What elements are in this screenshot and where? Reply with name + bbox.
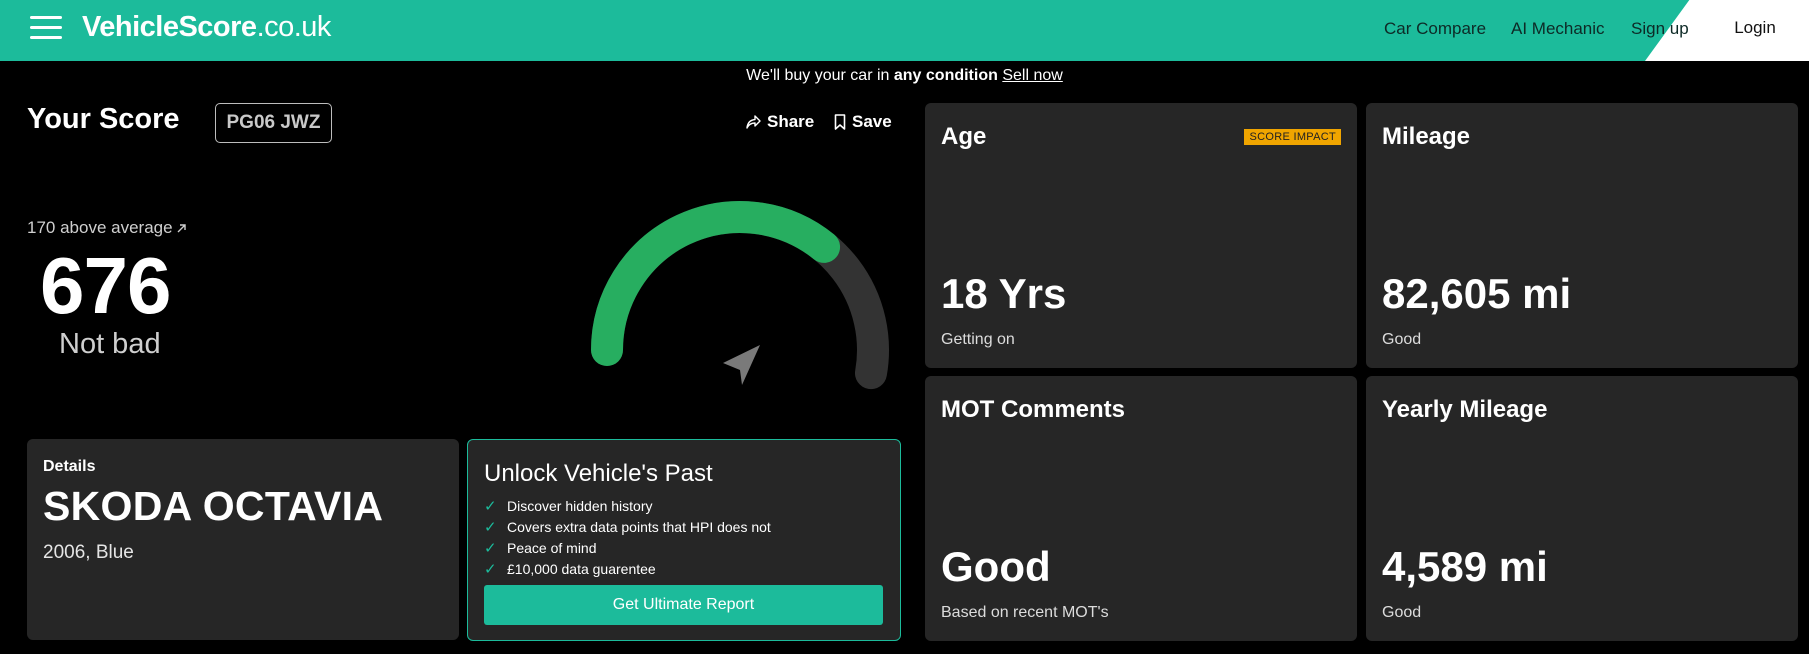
nav-ai-mechanic[interactable]: AI Mechanic — [1511, 19, 1605, 39]
card-title: Age — [941, 123, 987, 150]
vehicle-year-colour: 2006, Blue — [43, 542, 134, 563]
vehicle-model: SKODA OCTAVIA — [43, 483, 384, 529]
promo-text: We'll buy your car in — [746, 67, 894, 84]
feature-text: Peace of mind — [507, 539, 597, 556]
details-label: Details — [43, 458, 96, 475]
login-button[interactable]: Login — [1716, 10, 1794, 46]
card-title: Yearly Mileage — [1382, 396, 1548, 423]
unlock-title: Unlock Vehicle's Past — [484, 460, 713, 487]
mot-comments-card[interactable]: MOT Comments Good Based on recent MOT's — [925, 376, 1357, 641]
unlock-feature-list: ✓ Discover hidden history ✓ Covers extra d… — [484, 495, 771, 579]
feature-text: Discover hidden history — [507, 497, 653, 514]
score-impact-badge: SCORE IMPACT — [1244, 129, 1341, 145]
score-value: 676 — [40, 241, 171, 330]
promo-emphasis: any condition — [893, 67, 998, 84]
check-icon: ✓ — [484, 497, 497, 515]
save-button[interactable]: Save — [834, 112, 892, 132]
age-card[interactable]: Age SCORE IMPACT 18 Yrs Getting on — [925, 103, 1357, 368]
check-icon: ✓ — [484, 539, 497, 557]
feature-text: Covers extra data points that HPI does n… — [507, 518, 771, 535]
site-logo[interactable]: VehicleScore.co.uk — [82, 11, 331, 44]
yearly-mileage-card[interactable]: Yearly Mileage 4,589 mi Good — [1366, 376, 1798, 641]
nav-sign-up[interactable]: Sign up — [1631, 19, 1689, 39]
share-label: Share — [767, 112, 815, 131]
list-item: ✓ £10,000 data guarentee — [484, 558, 771, 579]
card-value: 4,589 mi — [1382, 543, 1548, 590]
card-title: Mileage — [1382, 123, 1471, 150]
bookmark-icon — [834, 114, 846, 130]
navigation-arrow-icon — [723, 345, 760, 385]
card-title: MOT Comments — [941, 396, 1126, 423]
save-label: Save — [852, 112, 892, 131]
list-item: ✓ Discover hidden history — [484, 495, 771, 516]
mileage-card[interactable]: Mileage 82,605 mi Good — [1366, 103, 1798, 368]
share-button[interactable]: Share — [746, 112, 814, 132]
list-item: ✓ Peace of mind — [484, 537, 771, 558]
logo-tld: .co.uk — [256, 11, 332, 43]
feature-text: £10,000 data guarentee — [507, 560, 656, 577]
registration-plate: PG06 JWZ — [215, 103, 332, 143]
card-value: Good — [941, 543, 1051, 590]
card-value: 18 Yrs — [941, 270, 1067, 317]
score-comparison: 170 above average — [27, 218, 187, 238]
menu-icon[interactable] — [30, 16, 62, 42]
logo-name: VehicleScore — [82, 11, 257, 43]
card-subtitle: Good — [1382, 331, 1422, 348]
top-navbar: VehicleScore.co.uk Car Compare AI Mechan… — [0, 0, 1809, 61]
score-comparison-text: 170 above average — [27, 218, 173, 237]
card-subtitle: Good — [1382, 604, 1422, 621]
gauge-fill — [591, 201, 841, 366]
get-ultimate-report-button[interactable]: Get Ultimate Report — [484, 585, 883, 625]
card-subtitle: Based on recent MOT's — [941, 604, 1109, 621]
check-icon: ✓ — [484, 518, 497, 536]
check-icon: ✓ — [484, 560, 497, 578]
list-item: ✓ Covers extra data points that HPI does … — [484, 516, 771, 537]
unlock-card: Unlock Vehicle's Past ✓ Discover hidden h… — [467, 439, 901, 641]
share-icon — [746, 115, 761, 129]
card-subtitle: Getting on — [941, 331, 1015, 348]
details-card: Details SKODA OCTAVIA 2006, Blue — [27, 439, 459, 640]
score-verdict: Not bad — [59, 328, 161, 360]
card-value: 82,605 mi — [1382, 270, 1572, 317]
nav-car-compare[interactable]: Car Compare — [1384, 19, 1486, 39]
arrow-up-right-icon — [177, 223, 186, 232]
promo-banner: We'll buy your car in any condition Sell… — [0, 61, 1809, 91]
score-gauge — [591, 201, 889, 390]
page-title: Your Score — [27, 103, 180, 135]
sell-now-link[interactable]: Sell now — [1002, 67, 1062, 84]
